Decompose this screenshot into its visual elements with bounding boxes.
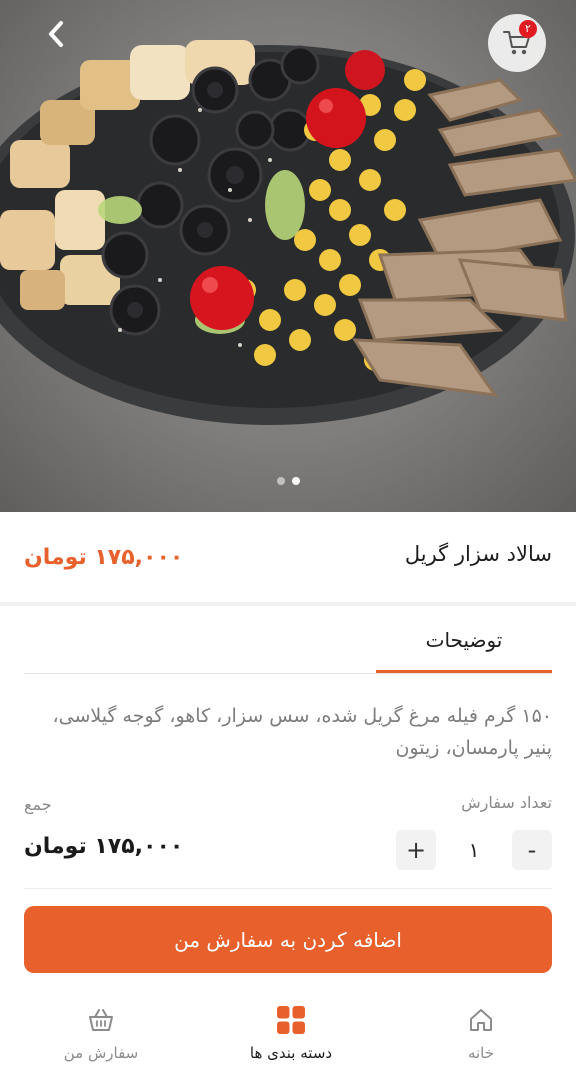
nav-item-categories[interactable]: دسته بندی ها (211, 994, 371, 1075)
pagination-dot[interactable] (276, 477, 285, 485)
total-price: ۱۷۵,۰۰۰ تومان (24, 834, 184, 859)
product-image: ۲ (0, 0, 576, 512)
product-price: ۱۷۵,۰۰۰ تومان (24, 545, 184, 570)
gallery-pagination (0, 477, 576, 485)
quantity-value: ۱ (468, 838, 480, 862)
cart-button[interactable]: ۲ (488, 14, 546, 72)
order-divider (24, 888, 552, 889)
nav-item-my-order[interactable]: سفارش من (21, 994, 181, 1075)
add-to-order-button[interactable]: اضافه کردن به سفارش من (24, 906, 552, 973)
back-button[interactable] (36, 14, 76, 54)
quantity-stepper: + ۱ - (396, 829, 552, 871)
product-header: سالاد سزار گریل ۱۷۵,۰۰۰ تومان (0, 512, 576, 604)
bottom-navigation: خانه دسته بندی ها سفارش من (0, 994, 576, 1075)
chevron-left-icon (49, 21, 63, 47)
increment-button[interactable]: + (396, 830, 436, 870)
basket-icon (85, 1004, 117, 1036)
product-description: ۱۵۰ گرم فیله مرغ گریل شده، سس سزار، کاهو… (52, 705, 552, 759)
total-label: جمع (24, 795, 52, 814)
tab-description[interactable]: توضیحات (376, 624, 552, 674)
grid-icon (275, 1004, 307, 1036)
cart-count-badge: ۲ (519, 20, 537, 38)
product-name: سالاد سزار گریل (404, 542, 552, 566)
decrement-button[interactable]: - (512, 830, 552, 870)
quantity-label: تعداد سفارش (461, 793, 552, 812)
nav-label-my-order: سفارش من (63, 1044, 139, 1062)
salad-photo (0, 40, 576, 425)
nav-label-home: خانه (467, 1044, 495, 1062)
home-icon (465, 1004, 497, 1036)
tab-divider (24, 673, 552, 674)
pagination-dot-active[interactable] (291, 477, 300, 485)
section-divider (0, 602, 576, 606)
nav-item-home[interactable]: خانه (401, 994, 561, 1075)
nav-label-categories: دسته بندی ها (249, 1044, 333, 1062)
